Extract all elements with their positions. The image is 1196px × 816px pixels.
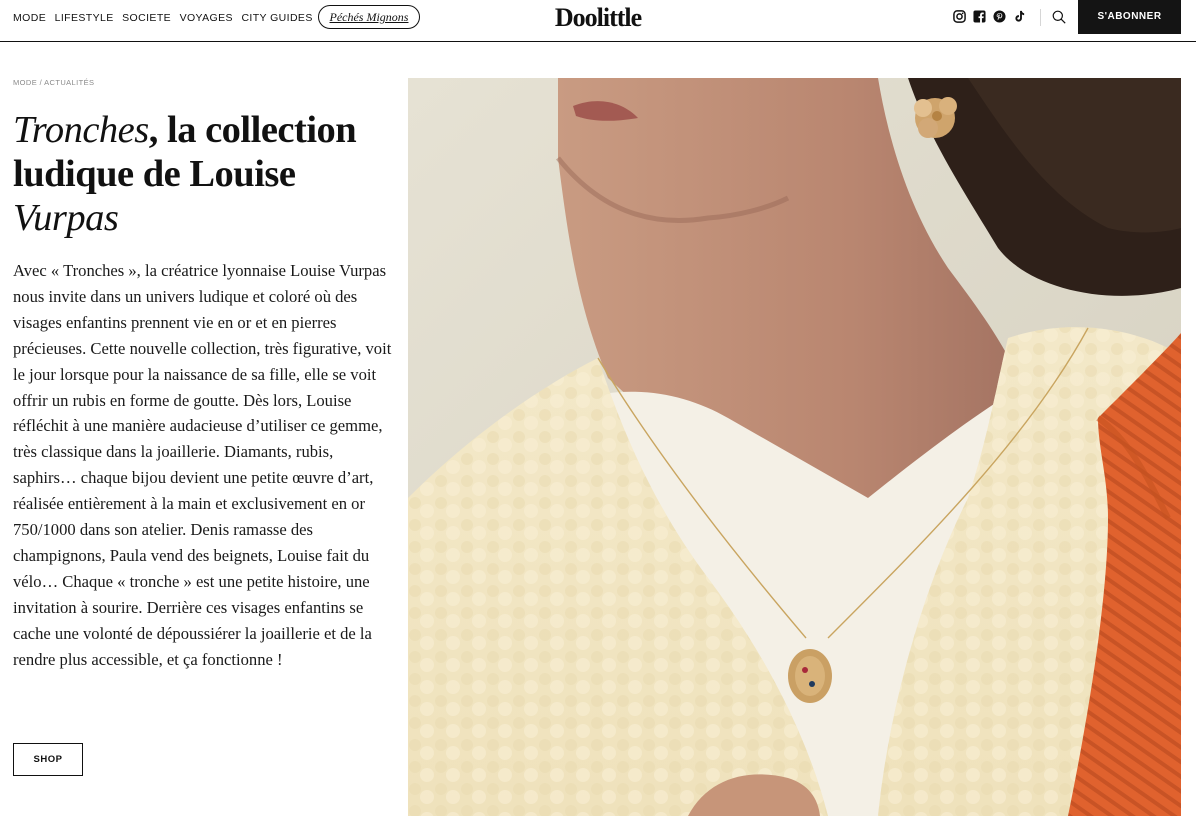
nav-item-voyages[interactable]: VOYAGES [180, 12, 233, 24]
nav-item-city-guides[interactable]: CITY GUIDES [241, 12, 312, 24]
breadcrumb[interactable]: MODE / ACTUALITÉS [13, 78, 94, 87]
article-title: Tronches, la collection ludique de Louis… [13, 108, 398, 240]
instagram-icon[interactable] [953, 10, 966, 23]
site-logo[interactable]: Doolittle [544, 3, 652, 33]
main-nav: MODE LIFESTYLE SOCIETE VOYAGES CITY GUID… [13, 12, 321, 24]
peches-mignons-link[interactable]: Péchés Mignons [318, 5, 420, 29]
tiktok-icon[interactable] [1013, 10, 1026, 23]
pendant-illustration [788, 649, 832, 703]
pinterest-icon[interactable] [993, 10, 1006, 23]
shop-button[interactable]: SHOP [13, 743, 83, 776]
title-italic-vurpas: Vurpas [13, 197, 119, 239]
nav-item-mode[interactable]: MODE [13, 12, 46, 24]
article-body: Avec « Tronches », la créatrice lyonnais… [13, 261, 392, 669]
facebook-icon[interactable] [973, 10, 986, 23]
article-hero-image [408, 78, 1181, 816]
subscribe-button[interactable]: S'ABONNER [1078, 0, 1181, 34]
title-italic-tronches: Tronches [13, 109, 149, 151]
nav-item-societe[interactable]: SOCIETE [122, 12, 171, 24]
search-icon[interactable] [1052, 10, 1066, 24]
site-header: MODE LIFESTYLE SOCIETE VOYAGES CITY GUID… [0, 0, 1196, 42]
social-links [953, 10, 1026, 23]
header-divider [1040, 9, 1041, 26]
nav-item-lifestyle[interactable]: LIFESTYLE [55, 12, 114, 24]
